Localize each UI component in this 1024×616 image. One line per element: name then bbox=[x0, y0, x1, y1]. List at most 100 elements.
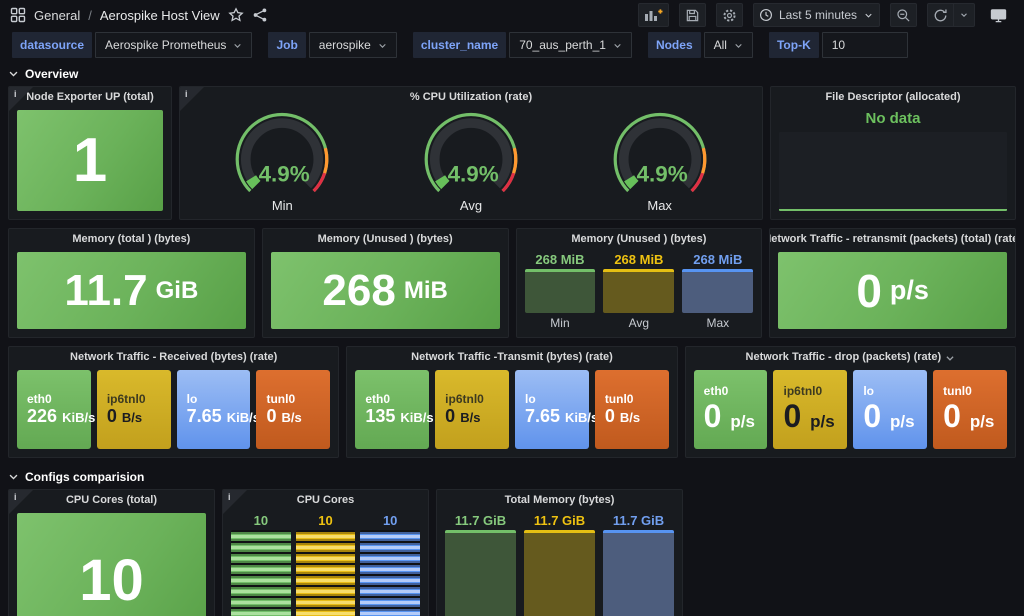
panel-title[interactable]: Memory (total ) (bytes) bbox=[9, 229, 254, 250]
add-panel-button[interactable] bbox=[637, 3, 669, 27]
stat-value: 10 bbox=[79, 547, 144, 613]
stat-max: 268 MiB Max bbox=[682, 252, 754, 330]
topk-label: Top-K bbox=[768, 32, 819, 58]
tile-eth0: eth0 0 p/s bbox=[693, 370, 768, 449]
gauge-value: 4.9% bbox=[259, 162, 310, 187]
stat-value: 268 MiB bbox=[614, 252, 664, 267]
panel-memory-total: Memory (total ) (bytes) 11.7 GiB bbox=[8, 228, 255, 338]
breadcrumb-root[interactable]: General bbox=[34, 8, 80, 23]
share-icon[interactable] bbox=[252, 7, 268, 23]
stat-value: 11.7 GiB bbox=[533, 513, 586, 528]
panel-title[interactable]: Total Memory (bytes) bbox=[437, 490, 682, 511]
tile-lo: lo 0 p/s bbox=[853, 370, 928, 449]
stat-value: 1 bbox=[72, 125, 108, 195]
chevron-down-icon bbox=[735, 43, 742, 48]
stat-box bbox=[445, 530, 516, 616]
kiosk-mode-button[interactable] bbox=[985, 3, 1012, 27]
tile-eth0: eth0 226 KiB/s bbox=[17, 370, 95, 449]
panel-node-exporter-up: i Node Exporter UP (total) 1 bbox=[8, 86, 172, 220]
section-title: Configs comparision bbox=[25, 469, 145, 484]
stat-min: 11.7 GiB Min bbox=[445, 513, 516, 616]
stat-box bbox=[682, 269, 754, 313]
led-bar bbox=[360, 530, 421, 616]
panel-title[interactable]: Network Traffic -Transmit (bytes) (rate) bbox=[347, 347, 676, 368]
section-title: Overview bbox=[25, 66, 79, 81]
bar-value: 10 bbox=[253, 513, 269, 528]
stat-label: Max bbox=[706, 316, 730, 330]
section-configs-comparision[interactable]: Configs comparision bbox=[8, 466, 1016, 487]
stat-min: 268 MiB Min bbox=[524, 252, 596, 330]
panel-row-3: Network Traffic - Received (bytes) (rate… bbox=[8, 346, 1016, 458]
stat-value: 11.7 GiB bbox=[612, 513, 665, 528]
led-bar bbox=[295, 530, 356, 616]
stat-value: 268 bbox=[322, 265, 396, 315]
tile-tunl0: tunl0 0 B/s bbox=[594, 370, 669, 449]
chevron-down-icon bbox=[9, 474, 18, 480]
save-dashboard-button[interactable] bbox=[678, 3, 706, 27]
star-icon[interactable] bbox=[227, 7, 244, 23]
stat-value: 268 MiB bbox=[535, 252, 585, 267]
refresh-button[interactable] bbox=[927, 3, 954, 27]
tile-tunl0: tunl0 0 p/s bbox=[933, 370, 1007, 449]
bar-gauge-max: 10 Max bbox=[360, 513, 421, 616]
topk-input[interactable] bbox=[821, 32, 908, 58]
bar-gauge-avg: 10 Avg bbox=[295, 513, 356, 616]
stat-box bbox=[524, 269, 596, 313]
stat-value: 11.7 GiB bbox=[454, 513, 507, 528]
section-overview[interactable]: Overview bbox=[8, 63, 1016, 84]
panel-total-memory: Total Memory (bytes) 11.7 GiB Min 11.7 G… bbox=[436, 489, 683, 616]
page-title[interactable]: Aerospike Host View bbox=[100, 8, 220, 23]
tile-ip6tnl0: ip6tnl0 0 B/s bbox=[435, 370, 509, 449]
stat-label: Avg bbox=[628, 316, 650, 330]
chevron-down-icon bbox=[9, 71, 18, 77]
tile-tunl0: tunl0 0 B/s bbox=[256, 370, 331, 449]
stat-unit: p/s bbox=[889, 275, 929, 305]
empty-chart-area bbox=[779, 132, 1007, 211]
filter-nodes: Nodes All bbox=[647, 32, 753, 58]
chevron-down-icon bbox=[379, 43, 386, 48]
panel-title[interactable]: Node Exporter UP (total) bbox=[9, 87, 171, 108]
refresh-interval-dropdown[interactable] bbox=[954, 3, 975, 27]
panel-title[interactable]: Memory (Unused ) (bytes) bbox=[263, 229, 508, 250]
bar-gauge-min: 10 Min bbox=[231, 513, 291, 616]
panel-title[interactable]: File Descriptor (allocated) bbox=[771, 87, 1015, 108]
time-range-picker[interactable]: Last 5 minutes bbox=[752, 3, 880, 27]
panel-memory-unused-minavgmax: Memory (Unused ) (bytes) 268 MiB Min 268… bbox=[515, 228, 763, 338]
stat-avg: 268 MiB Avg bbox=[603, 252, 675, 330]
panel-title[interactable]: CPU Cores bbox=[223, 490, 428, 511]
tile-lo: lo 7.65 KiB/s bbox=[514, 370, 598, 449]
top-nav: General / Aerospike Host View Last 5 min… bbox=[0, 0, 1024, 30]
job-dropdown[interactable]: aerospike bbox=[308, 32, 397, 58]
stat-value-background: 0 p/s bbox=[778, 252, 1007, 329]
no-data-label: No data bbox=[865, 110, 921, 127]
panel-row-4: i CPU Cores (total) 10 i CPU Cores 10 Mi… bbox=[8, 489, 1016, 616]
datasource-dropdown[interactable]: Aerospike Prometheus bbox=[95, 32, 253, 58]
dashboard-settings-button[interactable] bbox=[715, 3, 743, 27]
template-variables-bar: datasource Aerospike Prometheus Job aero… bbox=[0, 30, 1024, 60]
panel-title[interactable]: % CPU Utilization (rate) bbox=[180, 87, 762, 108]
stat-value-background: 10 bbox=[17, 513, 206, 616]
stat-value-background: 268 MiB bbox=[270, 252, 500, 329]
cluster-name-dropdown[interactable]: 70_aus_perth_1 bbox=[509, 32, 632, 58]
panel-net-retransmit: Network Traffic - retransmit (packets) (… bbox=[769, 228, 1016, 338]
stat-box bbox=[603, 530, 674, 616]
panel-net-received: Network Traffic - Received (bytes) (rate… bbox=[8, 346, 340, 458]
panel-title[interactable]: Network Traffic - drop (packets) (rate) bbox=[686, 347, 1015, 368]
nav-toolbar: Last 5 minutes bbox=[637, 3, 1012, 27]
panel-title[interactable]: Memory (Unused ) (bytes) bbox=[517, 229, 762, 250]
stat-box bbox=[524, 530, 595, 616]
panel-title[interactable]: Network Traffic - retransmit (packets) (… bbox=[770, 229, 1015, 250]
apps-grid-icon[interactable] bbox=[10, 7, 26, 23]
zoom-out-button[interactable] bbox=[890, 3, 917, 27]
led-bar bbox=[231, 530, 291, 616]
stat-unit: GiB bbox=[155, 276, 199, 304]
panel-title[interactable]: CPU Cores (total) bbox=[9, 490, 214, 511]
tile-eth0: eth0 135 KiB/s bbox=[355, 370, 434, 449]
nodes-dropdown[interactable]: All bbox=[703, 32, 753, 58]
time-range-label: Last 5 minutes bbox=[778, 8, 857, 22]
filter-job: Job aerospike bbox=[268, 32, 397, 58]
panel-title[interactable]: Network Traffic - Received (bytes) (rate… bbox=[9, 347, 338, 368]
gauge-value: 4.9% bbox=[636, 162, 687, 187]
panel-menu-chevron-icon bbox=[946, 355, 954, 361]
job-label: Job bbox=[268, 32, 306, 58]
